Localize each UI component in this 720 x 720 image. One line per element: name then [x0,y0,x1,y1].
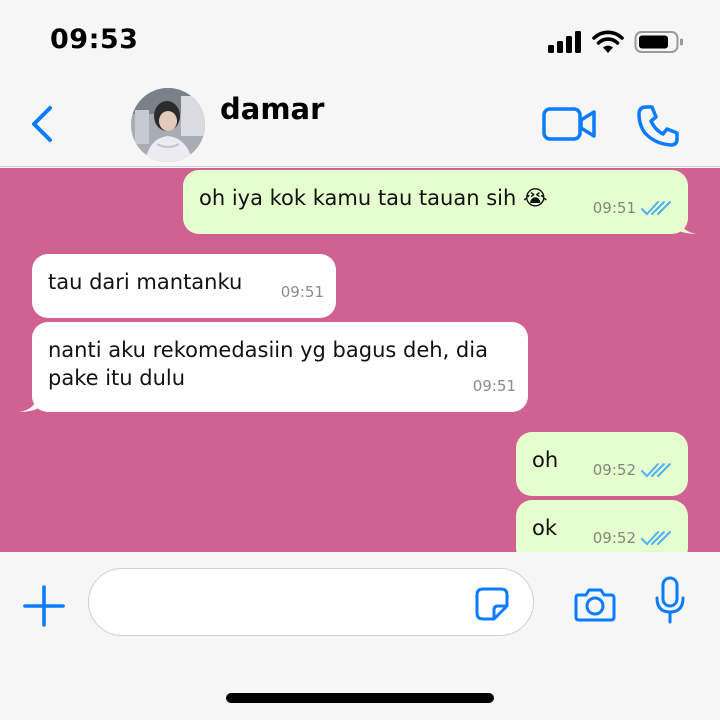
camera-icon[interactable] [573,584,617,624]
chat-area[interactable]: oh iya kok kamu tau tauan sih 😭 09:51 ta… [0,168,720,552]
plus-icon[interactable] [22,584,66,628]
avatar-image [131,88,205,162]
message-meta: 09:51 [593,194,676,222]
message-time: 09:51 [280,283,324,301]
chat-header: damar [0,80,720,167]
microphone-icon[interactable] [652,576,688,626]
message-bubble-outgoing[interactable]: oh iya kok kamu tau tauan sih 😭 09:51 [183,170,697,234]
message-time: 09:51 [472,377,516,395]
message-time: 09:51 [592,199,636,217]
status-icons [548,29,684,55]
signal-icon [548,31,581,53]
battery-icon [634,31,683,53]
message-time: 09:52 [592,461,636,479]
message-meta: 09:51 [473,372,516,400]
back-chevron-icon[interactable] [26,104,58,144]
read-ticks-icon [641,201,671,216]
contact-name[interactable]: damar [220,92,324,126]
status-time: 09:53 [50,24,139,55]
message-meta: 09:51 [281,278,324,306]
sticker-icon[interactable] [474,586,510,622]
chat-screen: 09:53 damar oh iya kok kamu tau tauan si… [0,0,720,720]
message-bubble-outgoing[interactable]: ok 09:52 [516,500,688,552]
wifi-icon [592,30,624,53]
message-meta: 09:52 [593,456,676,484]
message-text: tau dari mantanku [48,270,243,294]
message-time: 09:52 [592,529,636,547]
bubble-tail [677,216,697,234]
read-ticks-icon [641,531,671,546]
message-text: nanti aku rekomedasiin yg bagus deh, dia… [48,338,488,390]
bubble-tail [19,394,39,412]
read-ticks-icon [641,463,671,478]
message-bubble-incoming[interactable]: tau dari mantanku 09:51 [32,254,336,318]
home-indicator[interactable] [226,693,494,703]
message-bubble-incoming[interactable]: nanti aku rekomedasiin yg bagus deh, dia… [19,322,528,412]
status-bar: 09:53 [0,0,720,80]
video-camera-icon[interactable] [541,106,597,142]
message-bubble-outgoing[interactable]: oh 09:52 [516,432,688,496]
message-meta: 09:52 [593,524,676,552]
message-input[interactable] [88,568,534,636]
phone-icon[interactable] [635,103,681,149]
avatar[interactable] [131,88,205,162]
input-bar [0,552,720,720]
